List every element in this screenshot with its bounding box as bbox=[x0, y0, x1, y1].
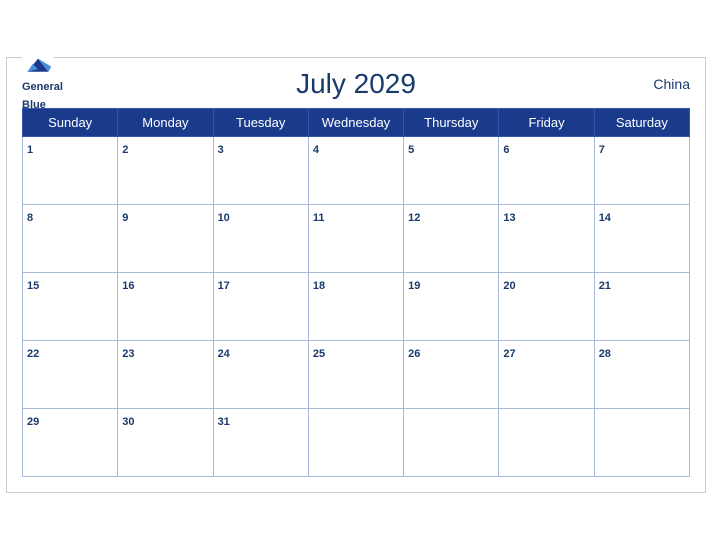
calendar-cell: 24 bbox=[213, 341, 308, 409]
header-tuesday: Tuesday bbox=[213, 109, 308, 137]
day-number: 3 bbox=[218, 144, 224, 156]
calendar-cell: 14 bbox=[594, 205, 689, 273]
day-number: 10 bbox=[218, 212, 230, 224]
logo: General Blue bbox=[22, 56, 63, 113]
calendar-cell: 25 bbox=[308, 341, 403, 409]
calendar-cell: 11 bbox=[308, 205, 403, 273]
calendar-cell: 10 bbox=[213, 205, 308, 273]
week-row-3: 15 16 17 18 19 20 21 bbox=[23, 273, 690, 341]
calendar: General Blue July 2029 China Sunday Mond… bbox=[6, 57, 706, 493]
day-number: 28 bbox=[599, 348, 611, 360]
day-number: 6 bbox=[503, 144, 509, 156]
day-number: 30 bbox=[122, 416, 134, 428]
calendar-cell: 20 bbox=[499, 273, 594, 341]
calendar-cell bbox=[308, 409, 403, 477]
header-friday: Friday bbox=[499, 109, 594, 137]
calendar-table: Sunday Monday Tuesday Wednesday Thursday… bbox=[22, 108, 690, 477]
calendar-body: 1234567891011121314151617181920212223242… bbox=[23, 137, 690, 477]
calendar-cell: 5 bbox=[404, 137, 499, 205]
calendar-cell: 12 bbox=[404, 205, 499, 273]
calendar-cell: 22 bbox=[23, 341, 118, 409]
calendar-cell: 7 bbox=[594, 137, 689, 205]
header-thursday: Thursday bbox=[404, 109, 499, 137]
calendar-cell: 3 bbox=[213, 137, 308, 205]
week-row-4: 22 23 24 25 26 27 28 bbox=[23, 341, 690, 409]
calendar-cell bbox=[404, 409, 499, 477]
calendar-cell: 23 bbox=[118, 341, 213, 409]
day-number: 18 bbox=[313, 280, 325, 292]
week-row-2: 8 9 10 11 12 13 14 bbox=[23, 205, 690, 273]
day-number: 12 bbox=[408, 212, 420, 224]
day-number: 8 bbox=[27, 212, 33, 224]
day-number: 11 bbox=[313, 212, 325, 224]
calendar-cell: 2 bbox=[118, 137, 213, 205]
day-number: 24 bbox=[218, 348, 230, 360]
calendar-cell: 31 bbox=[213, 409, 308, 477]
calendar-cell: 26 bbox=[404, 341, 499, 409]
day-number: 27 bbox=[503, 348, 515, 360]
day-number: 31 bbox=[218, 416, 230, 428]
calendar-cell: 17 bbox=[213, 273, 308, 341]
header-sunday: Sunday bbox=[23, 109, 118, 137]
day-number: 1 bbox=[27, 144, 33, 156]
day-number: 2 bbox=[122, 144, 128, 156]
calendar-cell: 21 bbox=[594, 273, 689, 341]
day-number: 14 bbox=[599, 212, 611, 224]
calendar-cell: 29 bbox=[23, 409, 118, 477]
country-label: China bbox=[653, 76, 690, 92]
calendar-cell: 4 bbox=[308, 137, 403, 205]
header-wednesday: Wednesday bbox=[308, 109, 403, 137]
calendar-cell bbox=[594, 409, 689, 477]
day-number: 23 bbox=[122, 348, 134, 360]
week-row-5: 29 30 31 bbox=[23, 409, 690, 477]
day-number: 29 bbox=[27, 416, 39, 428]
day-number: 26 bbox=[408, 348, 420, 360]
week-row-1: 1 2 3 4 5 6 7 bbox=[23, 137, 690, 205]
day-number: 16 bbox=[122, 280, 134, 292]
day-number: 4 bbox=[313, 144, 319, 156]
logo-text: General Blue bbox=[22, 77, 63, 113]
weekday-header-row: Sunday Monday Tuesday Wednesday Thursday… bbox=[23, 109, 690, 137]
day-number: 20 bbox=[503, 280, 515, 292]
header-monday: Monday bbox=[118, 109, 213, 137]
calendar-cell: 28 bbox=[594, 341, 689, 409]
day-number: 7 bbox=[599, 144, 605, 156]
calendar-cell: 19 bbox=[404, 273, 499, 341]
calendar-cell: 6 bbox=[499, 137, 594, 205]
calendar-header: General Blue July 2029 China bbox=[22, 68, 690, 100]
calendar-cell: 16 bbox=[118, 273, 213, 341]
day-number: 22 bbox=[27, 348, 39, 360]
calendar-cell: 15 bbox=[23, 273, 118, 341]
calendar-cell bbox=[499, 409, 594, 477]
day-number: 21 bbox=[599, 280, 611, 292]
day-number: 13 bbox=[503, 212, 515, 224]
calendar-cell: 18 bbox=[308, 273, 403, 341]
day-number: 9 bbox=[122, 212, 128, 224]
calendar-title: July 2029 bbox=[296, 68, 416, 100]
logo-icon bbox=[22, 56, 54, 76]
day-number: 5 bbox=[408, 144, 414, 156]
calendar-cell: 13 bbox=[499, 205, 594, 273]
calendar-cell: 1 bbox=[23, 137, 118, 205]
day-number: 15 bbox=[27, 280, 39, 292]
calendar-cell: 8 bbox=[23, 205, 118, 273]
calendar-cell: 27 bbox=[499, 341, 594, 409]
day-number: 19 bbox=[408, 280, 420, 292]
calendar-cell: 9 bbox=[118, 205, 213, 273]
calendar-cell: 30 bbox=[118, 409, 213, 477]
day-number: 25 bbox=[313, 348, 325, 360]
day-number: 17 bbox=[218, 280, 230, 292]
header-saturday: Saturday bbox=[594, 109, 689, 137]
